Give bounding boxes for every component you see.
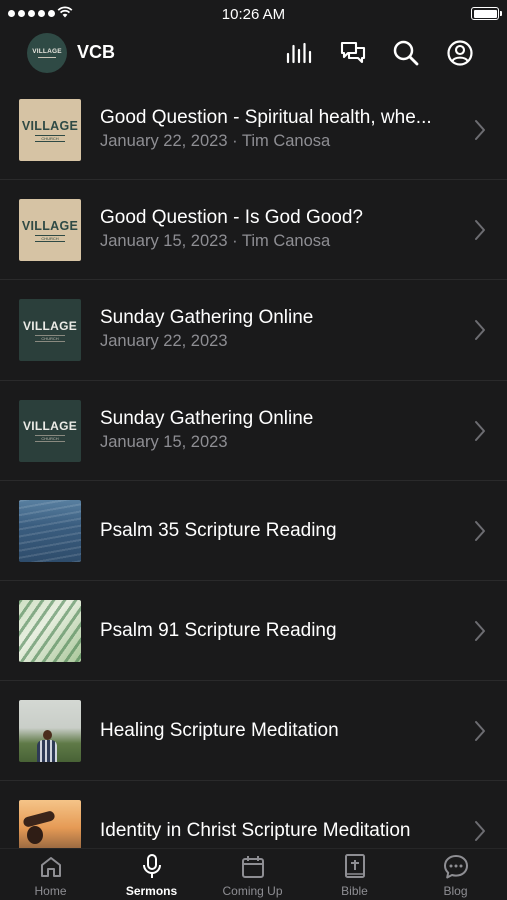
sermon-row[interactable]: VILLAGE CHURCH Sunday Gathering Online J… — [0, 280, 507, 381]
tab-label: Sermons — [125, 884, 178, 898]
chat-icon[interactable] — [338, 38, 368, 68]
blog-chat-icon — [443, 855, 468, 879]
sermon-thumbnail: VILLAGE CHURCH — [19, 299, 81, 362]
app-header: VILLAGE VCB — [0, 30, 507, 76]
sermon-thumbnail — [19, 800, 81, 848]
chevron-right-icon — [475, 520, 485, 541]
sermon-subtitle: January 22, 2023 — [100, 332, 228, 351]
sermon-title: Healing Scripture Meditation — [100, 720, 339, 742]
profile-icon[interactable] — [445, 38, 475, 68]
calendar-icon — [241, 856, 264, 878]
thumbnail-logo-subtext: CHURCH — [35, 134, 65, 142]
chevron-right-icon — [475, 620, 485, 641]
thumbnail-logo-subtext: CHURCH — [35, 234, 65, 242]
sermon-thumbnail — [19, 700, 81, 763]
tab-label: Blog — [443, 884, 468, 898]
chevron-right-icon — [475, 821, 485, 842]
sermon-thumbnail — [19, 499, 81, 562]
sermon-row[interactable]: Healing Scripture Meditation — [0, 681, 507, 782]
sermon-row[interactable]: Psalm 35 Scripture Reading — [0, 481, 507, 581]
thumbnail-logo-subtext: CHURCH — [35, 334, 65, 342]
thumbnail-logo-subtext: CHURCH — [35, 435, 65, 443]
sermon-row[interactable]: Psalm 91 Scripture Reading — [0, 581, 507, 682]
sermon-title: Sunday Gathering Online — [100, 407, 314, 429]
sermon-thumbnail: VILLAGE CHURCH — [19, 399, 81, 462]
status-bar: 10:26 AM — [0, 0, 507, 28]
sermon-row[interactable]: VILLAGE CHURCH Sunday Gathering Online J… — [0, 381, 507, 481]
sermon-title: Sunday Gathering Online — [100, 307, 314, 329]
sermon-row[interactable]: Identity in Christ Scripture Meditation — [0, 781, 507, 848]
app-title: VCB — [77, 42, 116, 62]
sermon-thumbnail: VILLAGE CHURCH — [19, 199, 81, 262]
chevron-right-icon — [475, 320, 485, 341]
tab-sermons[interactable]: Sermons — [101, 849, 202, 900]
sermon-row[interactable]: VILLAGE CHURCH Good Question - Spiritual… — [0, 80, 507, 181]
chevron-right-icon — [475, 721, 485, 742]
home-icon — [40, 857, 61, 877]
thumbnail-logo-text: VILLAGE — [22, 419, 78, 434]
tab-home[interactable]: Home — [0, 849, 101, 900]
sermon-title: Good Question - Spiritual health, whe... — [100, 107, 432, 128]
tab-bible[interactable]: Bible — [304, 849, 405, 900]
sermon-list: VILLAGE CHURCH Good Question - Spiritual… — [0, 80, 507, 848]
thumbnail-logo-text: VILLAGE — [21, 218, 79, 233]
tab-label: Bible — [341, 884, 368, 898]
thumbnail-logo-text: VILLAGE — [22, 318, 78, 333]
search-icon[interactable] — [391, 38, 421, 68]
sermon-subtitle: January 15, 2023 — [100, 432, 228, 451]
sermon-title: Good Question - Is God Good? — [100, 207, 363, 229]
chevron-right-icon — [475, 120, 485, 140]
tab-coming-up[interactable]: Coming Up — [202, 849, 303, 900]
tab-label: Home — [34, 884, 67, 898]
church-logo[interactable]: VILLAGE — [27, 33, 67, 73]
chevron-right-icon — [475, 220, 485, 241]
logo-text: VILLAGE — [32, 48, 62, 55]
sermon-title: Identity in Christ Scripture Meditation — [100, 820, 411, 842]
battery-icon — [471, 7, 502, 20]
sermon-row[interactable]: VILLAGE CHURCH Good Question - Is God Go… — [0, 180, 507, 281]
bible-icon — [344, 854, 365, 878]
status-time: 10:26 AM — [221, 6, 286, 23]
sermon-thumbnail: VILLAGE CHURCH — [19, 99, 81, 161]
tab-label: Coming Up — [222, 884, 283, 898]
sermon-thumbnail — [19, 599, 81, 662]
sermon-title: Psalm 35 Scripture Reading — [100, 519, 337, 541]
microphone-icon — [142, 854, 161, 878]
tab-blog[interactable]: Blog — [405, 849, 506, 900]
sermon-title: Psalm 91 Scripture Reading — [100, 619, 337, 641]
sermon-subtitle: January 15, 2023 · Tim Canosa — [100, 232, 331, 251]
thumbnail-logo-text: VILLAGE — [21, 118, 79, 133]
sermon-subtitle: January 22, 2023 · Tim Canosa — [100, 132, 331, 150]
audio-bars-icon[interactable] — [284, 38, 314, 68]
bottom-tab-bar: Home Sermons Coming Up Bible Blog — [0, 848, 507, 900]
chevron-right-icon — [475, 420, 485, 441]
